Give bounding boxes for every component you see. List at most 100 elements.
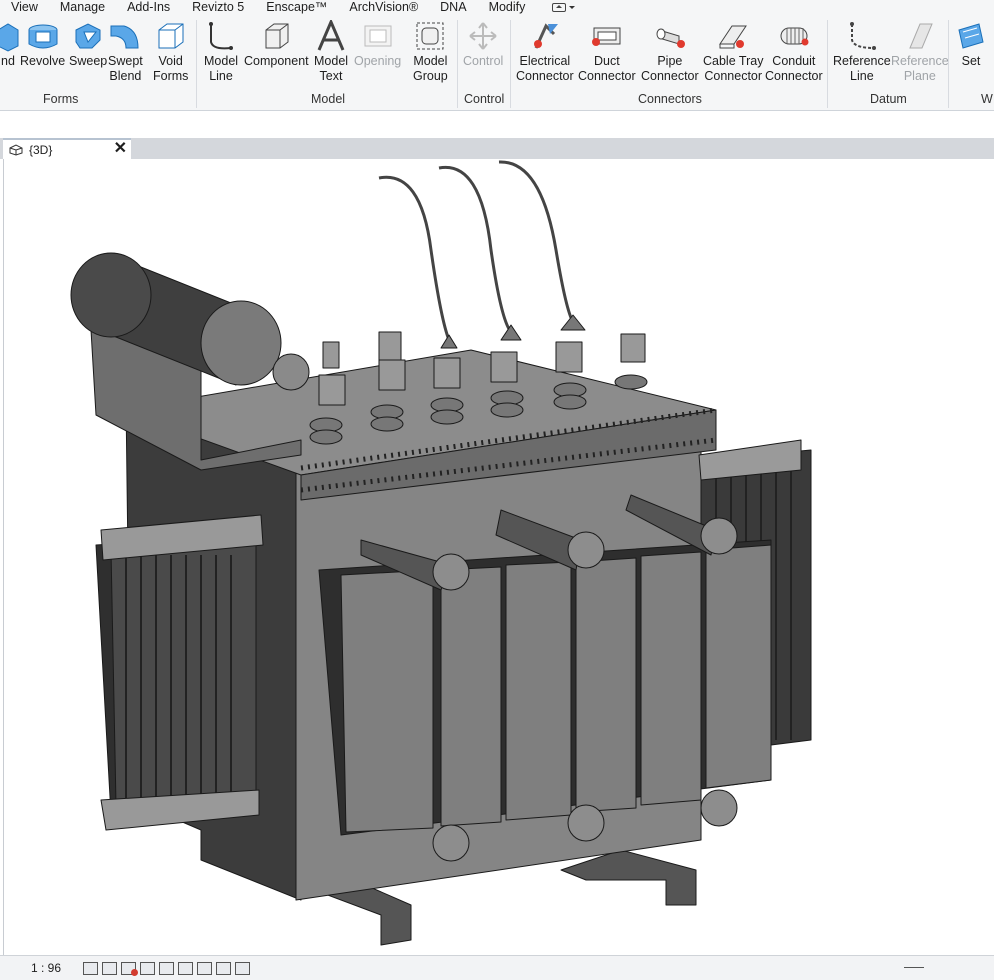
menu-revizto[interactable]: Revizto 5 [181, 0, 255, 15]
revolve-button[interactable]: Revolve [20, 20, 65, 69]
conservator-endcap [70, 252, 152, 338]
quick-access-dropdown[interactable] [536, 3, 576, 12]
lock-view-icon[interactable] [178, 961, 193, 975]
reference-line-icon [849, 22, 876, 50]
tool-label: Revolve [20, 54, 66, 68]
tool-label: Cable Tray [703, 54, 764, 68]
menu-enscape[interactable]: Enscape™ [255, 0, 338, 15]
pipe-connector-icon [656, 28, 685, 48]
swept-blend-button[interactable]: Swept Blend [108, 20, 143, 84]
tool-label: Opening [354, 54, 402, 68]
tool-label: Text [319, 69, 343, 83]
3d-viewport[interactable] [3, 159, 994, 955]
panel-separator [827, 20, 828, 108]
breather [272, 353, 310, 391]
cable-tray-connector-button[interactable]: Cable Tray Connector [703, 20, 763, 84]
visual-style-icon[interactable] [102, 961, 117, 975]
temporary-hide-icon[interactable] [216, 961, 231, 975]
panel-separator [196, 20, 197, 108]
menu-view[interactable]: View [0, 0, 49, 15]
revolve-icon [28, 24, 58, 49]
conduit-connector-button[interactable]: Conduit Connector [765, 20, 823, 84]
set-workplane-button[interactable]: Set [955, 20, 987, 69]
tool-label: Line [850, 69, 874, 83]
tool-label: Connector [704, 69, 763, 83]
shadows-icon[interactable] [140, 961, 155, 975]
tool-label: Connector [641, 69, 699, 83]
chevron-down-icon [569, 6, 576, 9]
model-text-icon [317, 20, 345, 51]
tool-label: Void [158, 54, 183, 68]
valve [700, 789, 738, 827]
reference-plane-button[interactable]: Reference Plane [891, 20, 949, 84]
tool-label: Group [413, 69, 448, 83]
panel-connectors-label: Connectors [638, 92, 702, 106]
3d-view-icon [9, 143, 23, 156]
render-icon[interactable] [159, 961, 174, 975]
reference-line-button[interactable]: Reference Line [833, 20, 891, 84]
valve [567, 531, 605, 569]
base-channel [560, 849, 697, 906]
menu-add-ins[interactable]: Add-Ins [116, 0, 181, 15]
view-tab-strip: {3D} ✕ [0, 138, 994, 159]
void-forms-button[interactable]: Void Forms [153, 20, 188, 84]
electrical-connector-button[interactable]: Electrical Connector [516, 20, 574, 84]
ribbon-gap [0, 111, 994, 138]
tool-label: Model [314, 54, 349, 68]
panel-model-label: Model [311, 92, 346, 106]
component-button[interactable]: Component [244, 20, 309, 69]
extrude-button[interactable]: nd [0, 20, 20, 69]
duct-connector-button[interactable]: Duct Connector [578, 20, 636, 84]
model-group-icon [416, 22, 444, 50]
model-line-button[interactable]: Model Line [204, 20, 238, 84]
panel-separator [948, 20, 949, 108]
reference-plane-icon [909, 23, 933, 49]
view-switch-icon [552, 3, 567, 12]
pipe-connector-button[interactable]: Pipe Connector [641, 20, 699, 84]
panel-separator [457, 20, 458, 108]
menu-manage[interactable]: Manage [49, 0, 116, 15]
model-text-button[interactable]: Model Text [314, 20, 348, 84]
tool-label: Plane [903, 69, 936, 83]
reveal-elements-icon[interactable] [235, 961, 250, 975]
tool-label: Line [209, 69, 233, 83]
valve [432, 553, 470, 591]
close-icon[interactable]: ✕ [114, 141, 127, 157]
scroll-indicator[interactable] [904, 967, 924, 968]
menu-bar: View Manage Add-Ins Revizto 5 Enscape™ A… [0, 0, 994, 15]
tool-label: Electrical [519, 54, 571, 68]
detail-level-icon[interactable] [83, 961, 98, 975]
radiator-fins [340, 544, 772, 833]
tool-label: Reference [833, 54, 891, 68]
opening-icon [364, 25, 392, 47]
hv-lead [438, 165, 513, 333]
void-forms-icon [158, 23, 184, 49]
panel-work-plane-label: W [981, 92, 993, 106]
tab-3d[interactable]: {3D} ✕ [3, 138, 131, 159]
sun-path-icon[interactable] [121, 961, 138, 976]
tool-label: Connector [578, 69, 636, 83]
menu-archvision[interactable]: ArchVision® [338, 0, 429, 15]
tool-label: Blend [109, 69, 142, 83]
tool-label: Control [463, 54, 504, 68]
panel-forms-label: Forms [43, 92, 79, 106]
conduit-connector-icon [780, 27, 809, 46]
tool-label: Forms [153, 69, 189, 83]
hide-elements-icon[interactable] [197, 961, 212, 975]
tool-label: Reference [891, 54, 949, 68]
opening-button[interactable]: Opening [354, 20, 401, 69]
tab-3d-label: {3D} [29, 142, 53, 157]
menu-dna[interactable]: DNA [429, 0, 477, 15]
tool-label: Set [961, 54, 981, 68]
tool-label: Pipe [657, 54, 683, 68]
panel-datum-label: Datum [870, 92, 907, 106]
view-scale[interactable]: 1 : 96 [31, 961, 83, 975]
menu-modify[interactable]: Modify [478, 0, 537, 15]
set-workplane-icon [958, 23, 984, 49]
hv-lead [498, 160, 575, 323]
valve [567, 804, 605, 842]
tool-label: Model [413, 54, 448, 68]
sweep-button[interactable]: Sweep [69, 20, 107, 69]
control-button[interactable]: Control [463, 20, 503, 69]
model-group-button[interactable]: Model Group [413, 20, 448, 84]
